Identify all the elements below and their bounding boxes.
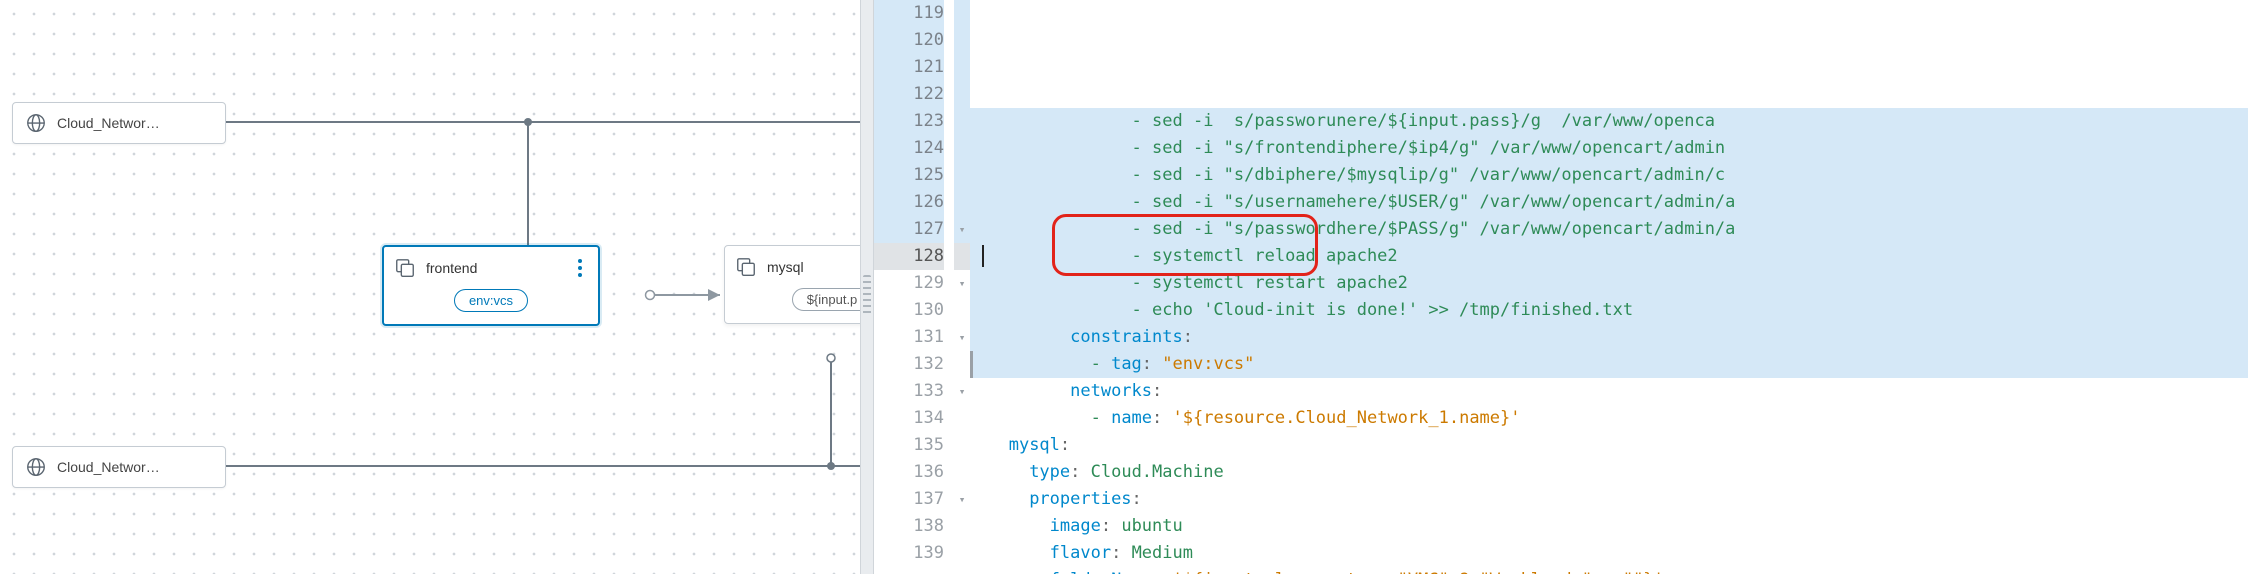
code-line[interactable]: - sed -i "s/frontendiphere/$ip4/g" /var/…: [970, 135, 2248, 162]
splitter-grip-icon: [863, 275, 871, 315]
code-line[interactable]: mysql:: [970, 432, 2248, 459]
network-node-bottom[interactable]: Cloud_Networ…: [12, 446, 226, 488]
line-number[interactable]: 127: [874, 216, 944, 243]
line-number[interactable]: 137: [874, 486, 944, 513]
fold-spacer: [954, 108, 970, 135]
text-cursor: [982, 245, 984, 267]
code-line[interactable]: - sed -i "s/passwordhere/$PASS/g" /var/w…: [970, 216, 2248, 243]
pane-splitter[interactable]: [860, 0, 874, 574]
code-line[interactable]: - sed -i s/passworunere/${input.pass}/g …: [970, 108, 2248, 135]
line-number[interactable]: 133: [874, 378, 944, 405]
network-node-label: Cloud_Networ…: [57, 115, 160, 131]
line-number[interactable]: 119: [874, 0, 944, 27]
line-number[interactable]: 136: [874, 459, 944, 486]
code-line[interactable]: - name: '${resource.Cloud_Network_1.name…: [970, 405, 2248, 432]
node-tag-pill[interactable]: env:vcs: [454, 289, 528, 312]
code-line[interactable]: - sed -i "s/dbiphere/$mysqlip/g" /var/ww…: [970, 162, 2248, 189]
code-line[interactable]: folderName: '${input.placement == "VMC" …: [970, 567, 2248, 574]
fold-spacer: [954, 351, 970, 378]
line-number[interactable]: 120: [874, 27, 944, 54]
blueprint-canvas[interactable]: Cloud_Networ… Cloud_Networ… fr: [0, 0, 860, 574]
code-line[interactable]: - sed -i "s/usernamehere/$USER/g" /var/w…: [970, 189, 2248, 216]
line-number[interactable]: 122: [874, 81, 944, 108]
editor-code-area[interactable]: - sed -i s/passworunere/${input.pass}/g …: [970, 0, 2248, 574]
code-line[interactable]: image: ubuntu: [970, 513, 2248, 540]
vm-icon: [394, 257, 416, 279]
code-line[interactable]: - systemctl restart apache2: [970, 270, 2248, 297]
fold-spacer: [954, 540, 970, 567]
fold-toggle-icon[interactable]: ▾: [954, 486, 970, 513]
globe-icon: [25, 456, 47, 478]
vm-icon: [735, 256, 757, 278]
code-line[interactable]: - tag: "env:vcs": [970, 351, 2248, 378]
code-line[interactable]: constraints:: [970, 324, 2248, 351]
line-number[interactable]: 134: [874, 405, 944, 432]
line-number[interactable]: 125: [874, 162, 944, 189]
line-number[interactable]: 135: [874, 432, 944, 459]
fold-spacer: [954, 513, 970, 540]
node-title: frontend: [426, 260, 572, 276]
line-number[interactable]: 123: [874, 108, 944, 135]
code-line[interactable]: networks:: [970, 378, 2248, 405]
line-number[interactable]: 131: [874, 324, 944, 351]
node-menu-button[interactable]: [572, 257, 588, 279]
code-line[interactable]: type: Cloud.Machine: [970, 459, 2248, 486]
globe-icon: [25, 112, 47, 134]
fold-spacer: [954, 432, 970, 459]
editor-gutter[interactable]: 1191201211221231241251261271281291301311…: [874, 0, 954, 574]
compute-node-frontend[interactable]: frontend env:vcs: [382, 245, 600, 326]
line-number[interactable]: 126: [874, 189, 944, 216]
line-number[interactable]: 138: [874, 513, 944, 540]
fold-spacer: [954, 135, 970, 162]
code-line[interactable]: - systemctl reload apache2: [970, 243, 2248, 270]
line-number[interactable]: 132: [874, 351, 944, 378]
fold-spacer: [954, 162, 970, 189]
fold-spacer: [954, 27, 970, 54]
fold-spacer: [954, 81, 970, 108]
code-line[interactable]: flavor: Medium: [970, 540, 2248, 567]
network-node-top[interactable]: Cloud_Networ…: [12, 102, 226, 144]
line-number[interactable]: 130: [874, 297, 944, 324]
fold-spacer: [954, 297, 970, 324]
fold-spacer: [954, 0, 970, 27]
fold-spacer: [954, 459, 970, 486]
fold-toggle-icon[interactable]: ▾: [954, 324, 970, 351]
fold-toggle-icon[interactable]: ▾: [954, 378, 970, 405]
code-line[interactable]: - echo 'Cloud-init is done!' >> /tmp/fin…: [970, 297, 2248, 324]
fold-toggle-icon[interactable]: ▾: [954, 216, 970, 243]
network-node-label: Cloud_Networ…: [57, 459, 160, 475]
line-number[interactable]: 121: [874, 54, 944, 81]
code-line[interactable]: properties:: [970, 486, 2248, 513]
fold-spacer: [954, 405, 970, 432]
code-editor[interactable]: 1191201211221231241251261271281291301311…: [874, 0, 2248, 574]
fold-spacer: [954, 54, 970, 81]
fold-spacer: [954, 243, 970, 270]
line-number[interactable]: 139: [874, 540, 944, 567]
fold-toggle-icon[interactable]: ▾: [954, 270, 970, 297]
line-number[interactable]: 124: [874, 135, 944, 162]
line-number[interactable]: 128: [874, 243, 944, 270]
line-number[interactable]: 129: [874, 270, 944, 297]
editor-fold-column[interactable]: ▾ ▾ ▾ ▾ ▾: [954, 0, 970, 574]
fold-spacer: [954, 189, 970, 216]
